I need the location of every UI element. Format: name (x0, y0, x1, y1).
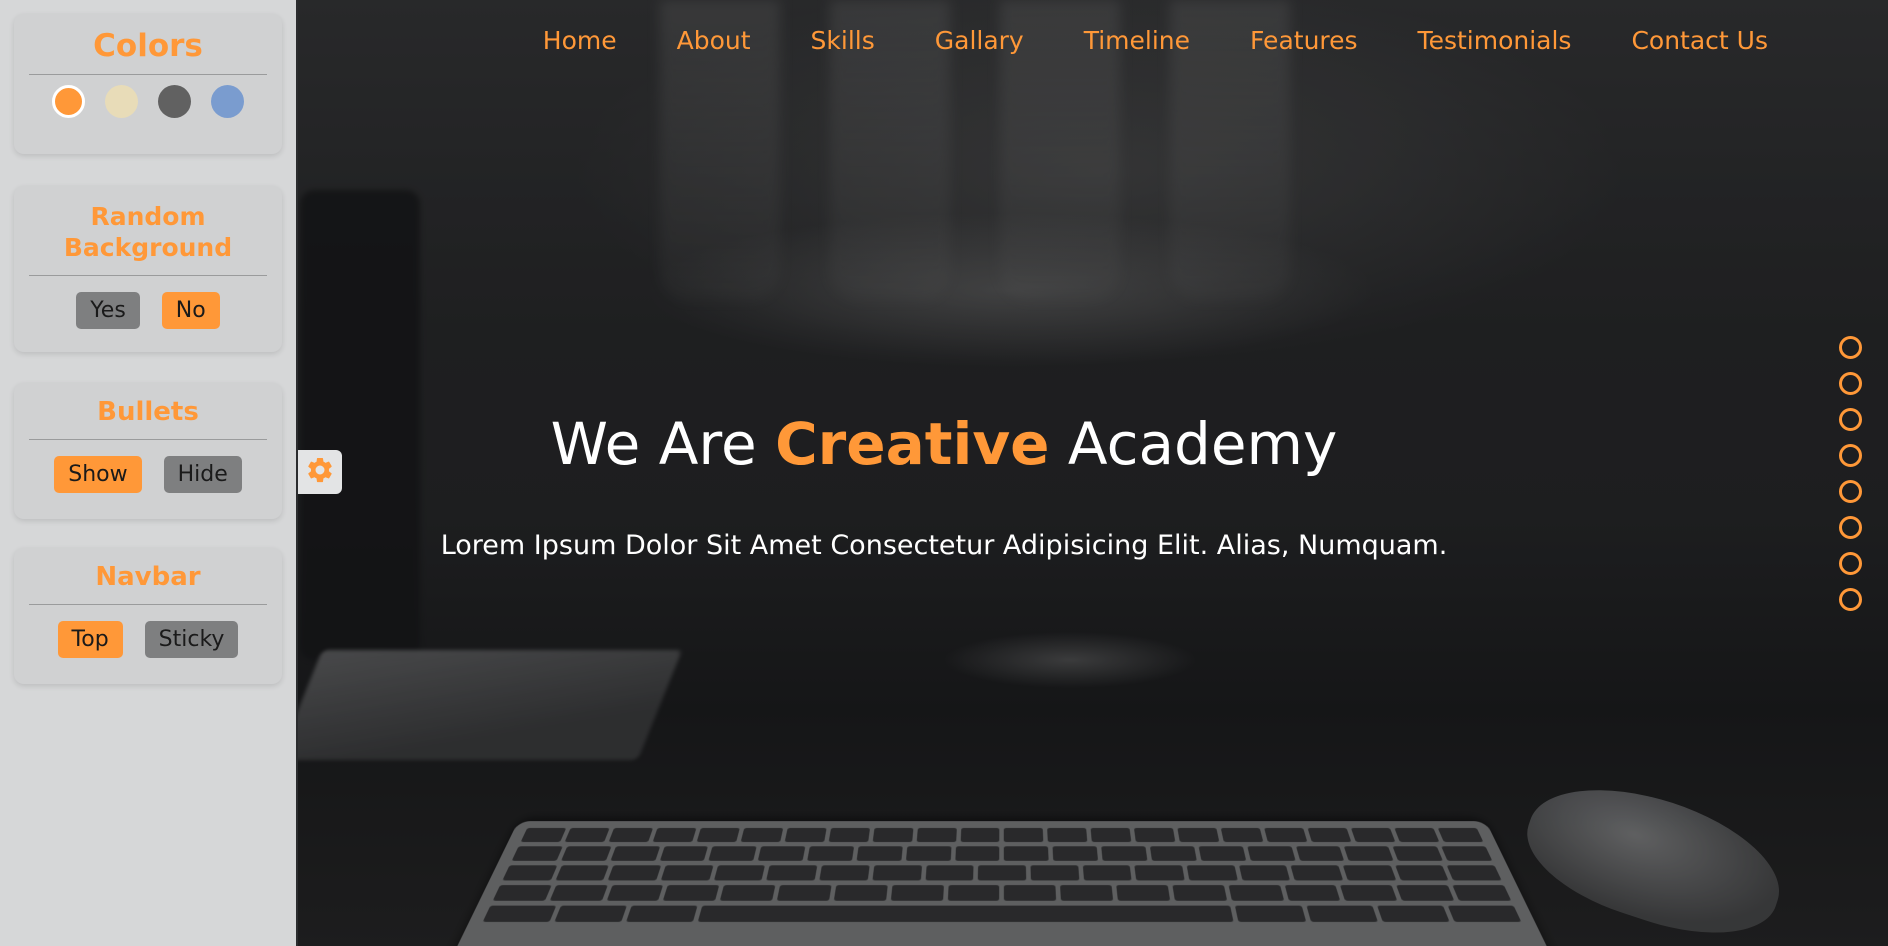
gear-icon (305, 455, 335, 489)
settings-panel: Colors Random Background Yes No Bullets … (0, 0, 298, 946)
hero-title-accent: Creative (775, 410, 1049, 478)
section-bullet[interactable] (1839, 372, 1862, 395)
nav-link-skills[interactable]: Skills (811, 26, 875, 55)
main-navbar: Home About Skills Gallary Timeline Features Te… (483, 26, 1768, 55)
divider (29, 604, 267, 605)
bullets-show-button[interactable]: Show (54, 456, 141, 493)
settings-toggle-button[interactable] (298, 450, 342, 494)
section-bullet[interactable] (1839, 444, 1862, 467)
color-swatch[interactable] (158, 85, 191, 118)
nav-link-timeline[interactable]: Timeline (1084, 26, 1190, 55)
nav-link-about[interactable]: About (677, 26, 751, 55)
nav-link-features[interactable]: Features (1250, 26, 1358, 55)
random-background-title: Random Background (14, 186, 282, 275)
random-background-yes-button[interactable]: Yes (76, 292, 140, 329)
nav-link-gallary[interactable]: Gallary (935, 26, 1024, 55)
random-background-no-button[interactable]: No (162, 292, 220, 329)
color-swatches (14, 85, 282, 118)
section-bullet[interactable] (1839, 552, 1862, 575)
divider (29, 275, 267, 276)
colors-title: Colors (14, 14, 282, 74)
divider (29, 74, 267, 75)
navbar-top-button[interactable]: Top (58, 621, 123, 658)
section-bullet[interactable] (1839, 588, 1862, 611)
section-bullet[interactable] (1839, 480, 1862, 503)
color-swatch[interactable] (105, 85, 138, 118)
divider (29, 439, 267, 440)
section-bullet[interactable] (1839, 516, 1862, 539)
color-swatch[interactable] (211, 85, 244, 118)
navbar-option-box: Navbar Top Sticky (14, 548, 282, 684)
bullets-option-box: Bullets Show Hide (14, 383, 282, 519)
nav-link-home[interactable]: Home (543, 26, 617, 55)
bullets-title: Bullets (14, 383, 282, 439)
colors-option-box: Colors (14, 14, 282, 154)
random-background-option-box: Random Background Yes No (14, 186, 282, 352)
section-bullet[interactable] (1839, 336, 1862, 359)
navbar-sticky-button[interactable]: Sticky (145, 621, 239, 658)
hero-title-start: We Are (551, 410, 775, 478)
section-bullets (1839, 336, 1862, 611)
nav-link-contact-us[interactable]: Contact Us (1631, 26, 1768, 55)
color-swatch[interactable] (52, 85, 85, 118)
hero-title-end: Academy (1050, 410, 1338, 478)
bullets-hide-button[interactable]: Hide (164, 456, 242, 493)
navbar-title: Navbar (14, 548, 282, 604)
nav-link-testimonials[interactable]: Testimonials (1418, 26, 1572, 55)
section-bullet[interactable] (1839, 408, 1862, 431)
